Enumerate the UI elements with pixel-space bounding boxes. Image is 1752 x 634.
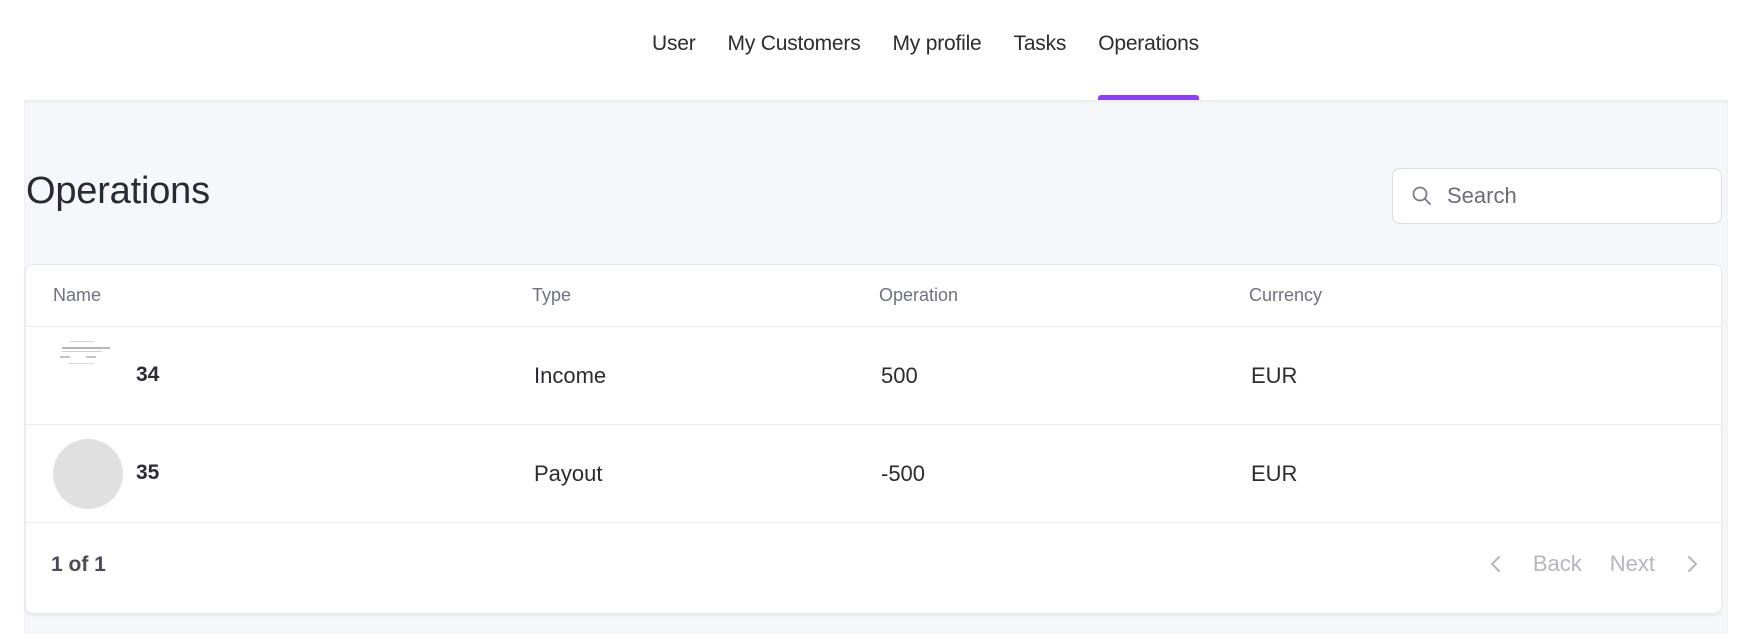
search-input[interactable] bbox=[1447, 183, 1707, 209]
search-icon bbox=[1412, 186, 1431, 205]
table-row[interactable]: 35 Payout -500 EUR bbox=[26, 425, 1721, 523]
row-name: 34 bbox=[136, 363, 160, 386]
back-button[interactable]: Back bbox=[1533, 551, 1582, 577]
table-footer: 1 of 1 Back Next bbox=[26, 523, 1721, 613]
pagination: Back Next bbox=[1487, 551, 1701, 577]
table-row[interactable]: 34 Income 500 EUR bbox=[26, 327, 1721, 425]
nav-tab-tasks[interactable]: Tasks bbox=[1014, 0, 1067, 100]
row-operation: 500 bbox=[881, 363, 918, 388]
chevron-right-icon[interactable] bbox=[1683, 553, 1701, 575]
nav-tab-my-customers[interactable]: My Customers bbox=[728, 0, 861, 100]
avatar bbox=[60, 341, 110, 364]
nav-tab-user[interactable]: User bbox=[652, 0, 696, 100]
row-type: Payout bbox=[534, 461, 603, 486]
row-name: 35 bbox=[136, 461, 160, 484]
row-operation: -500 bbox=[881, 461, 926, 486]
column-header-name[interactable]: Name bbox=[53, 285, 101, 306]
chevron-left-icon[interactable] bbox=[1487, 553, 1505, 575]
row-type: Income bbox=[534, 363, 607, 388]
search-box[interactable] bbox=[1392, 168, 1722, 224]
page-title: Operations bbox=[26, 170, 210, 212]
column-header-operation[interactable]: Operation bbox=[879, 285, 958, 306]
top-navigation: User My Customers My profile Tasks Opera… bbox=[0, 0, 1752, 100]
row-currency: EUR bbox=[1251, 461, 1298, 486]
table-header: Name Type Operation Currency bbox=[26, 265, 1721, 327]
column-header-type[interactable]: Type bbox=[532, 285, 571, 306]
row-currency: EUR bbox=[1251, 363, 1298, 388]
next-button[interactable]: Next bbox=[1610, 551, 1655, 577]
nav-tab-operations[interactable]: Operations bbox=[1098, 0, 1199, 100]
avatar bbox=[53, 439, 123, 509]
column-header-currency[interactable]: Currency bbox=[1249, 285, 1322, 306]
page-count: 1 of 1 bbox=[51, 553, 106, 576]
nav-tab-my-profile[interactable]: My profile bbox=[893, 0, 982, 100]
nav-tabs: User My Customers My profile Tasks Opera… bbox=[652, 0, 1231, 100]
operations-table: Name Type Operation Currency 34 Income 5… bbox=[25, 264, 1722, 614]
